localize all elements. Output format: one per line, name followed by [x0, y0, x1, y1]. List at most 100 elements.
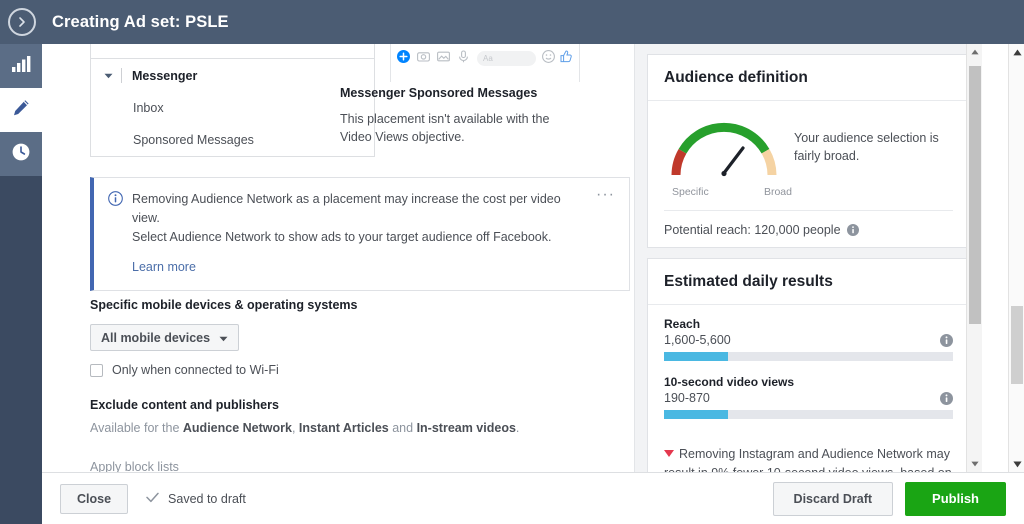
gauge-labels: Specific Broad — [664, 186, 794, 198]
pencil-icon — [11, 98, 31, 123]
caret-up-icon[interactable] — [967, 44, 983, 60]
caret-down-icon[interactable] — [967, 456, 983, 472]
estimates-header: Estimated daily results — [648, 259, 969, 305]
notice-line-2: Select Audience Network to show ads to y… — [132, 229, 552, 244]
warning-line-2: result in 9% fewer 10-second video views… — [664, 464, 953, 472]
exclude-instant-articles: Instant Articles — [298, 421, 389, 435]
notice-line-1: Removing Audience Network as a placement… — [132, 192, 561, 225]
red-down-triangle-icon — [664, 450, 674, 457]
metric-video-views: 10-second video views 190-870 — [664, 375, 953, 419]
wifi-only-checkbox[interactable] — [90, 363, 103, 377]
placement-row-sponsored-messages[interactable]: Sponsored Messages — [91, 124, 374, 156]
caret-down-icon[interactable] — [1009, 456, 1024, 472]
footer-bar: Close Saved to draft Discard Draft Publi… — [42, 472, 1024, 524]
gauge-label-specific: Specific — [672, 186, 709, 198]
estimates-warning: Removing Instagram and Audience Network … — [648, 443, 969, 472]
divider — [121, 68, 122, 83]
exclude-subtext: Available for the Audience Network, Inst… — [90, 420, 610, 438]
audience-network-notice: Removing Audience Network as a placement… — [90, 177, 630, 292]
metric-reach-line: 1,600-5,600 — [664, 333, 953, 347]
exclude-instream-videos: In-stream videos — [416, 421, 516, 435]
caret-down-icon — [219, 331, 228, 345]
messenger-composer-preview: Aa — [390, 44, 580, 82]
info-icon[interactable] — [940, 333, 953, 347]
placement-group-cutoff[interactable]: Audience Network — [91, 44, 374, 59]
sidebar-item-analytics[interactable] — [0, 44, 42, 88]
message-input-placeholder: Aa — [483, 54, 493, 63]
audience-definition-card: Audience definition Specific Broad Your … — [647, 54, 970, 248]
publish-button[interactable]: Publish — [905, 481, 1006, 516]
clock-icon — [11, 142, 31, 167]
message-input[interactable]: Aa — [477, 51, 536, 66]
ads-manager-window: Creating Ad set: PSLE Messenger Inbox Sp… — [0, 0, 1024, 524]
exclude-sep-2: and — [388, 421, 417, 435]
placements-list: Audience Network Messenger Inbox Sponsor… — [90, 44, 375, 157]
mobile-devices-dropdown-value: All mobile devices — [101, 330, 211, 345]
info-icon[interactable] — [846, 224, 859, 236]
potential-reach-label: Potential reach: 120,000 people — [664, 223, 841, 237]
placements-form: Audience Network Messenger Inbox Sponsor… — [42, 44, 634, 472]
panel-scrollbar-thumb[interactable] — [969, 66, 981, 324]
placement-row-inbox[interactable]: Inbox — [91, 92, 374, 124]
placement-detail-body: This placement isn't available with the … — [340, 112, 550, 145]
right-summary-panel: Audience definition Specific Broad Your … — [634, 44, 982, 472]
mobile-devices-heading: Specific mobile devices & operating syst… — [90, 298, 358, 312]
camera-icon — [417, 50, 430, 68]
placement-group-label: Messenger — [132, 68, 198, 83]
warning-line-1: Removing Instagram and Audience Network … — [679, 447, 950, 461]
exclude-sub-pre: Available for the — [90, 421, 183, 435]
exclude-audience-network: Audience Network — [182, 421, 292, 435]
metric-video-views-bar-track — [664, 410, 953, 419]
mobile-devices-dropdown[interactable]: All mobile devices — [90, 324, 240, 351]
panel-scrollbar[interactable] — [966, 44, 982, 472]
audience-note: Your audience selection is fairly broad. — [794, 131, 939, 164]
exclude-heading: Exclude content and publishers — [90, 398, 279, 412]
caret-down-icon[interactable] — [101, 73, 115, 79]
metric-video-views-value: 190-870 — [664, 391, 710, 405]
metric-video-views-name: 10-second video views — [664, 375, 795, 389]
discard-draft-button[interactable]: Discard Draft — [772, 481, 894, 516]
mobile-devices-section: Specific mobile devices & operating syst… — [90, 298, 590, 377]
estimates-warning-clip: Removing Instagram and Audience Network … — [648, 443, 969, 472]
metric-reach: Reach 1,600-5,600 — [664, 317, 953, 361]
audience-gauge: Specific Broad — [664, 113, 794, 198]
page-scrollbar[interactable] — [1008, 44, 1024, 472]
check-icon — [146, 492, 159, 506]
photo-icon — [437, 50, 450, 68]
page-scrollbar-thumb[interactable] — [1011, 306, 1023, 384]
back-button[interactable] — [8, 8, 36, 36]
placement-detail-text: Messenger Sponsored Messages This placem… — [340, 86, 580, 146]
placement-group-messenger[interactable]: Messenger — [91, 59, 374, 92]
metric-reach-bar-fill — [664, 352, 728, 361]
metric-video-views-line: 190-870 — [664, 391, 953, 405]
apply-block-lists-link[interactable]: Apply block lists — [90, 460, 610, 473]
potential-reach-row: Potential reach: 120,000 people — [664, 210, 953, 237]
gauge-svg — [671, 122, 777, 177]
wifi-only-row[interactable]: Only when connected to Wi-Fi — [90, 363, 590, 377]
exclude-sub-end: . — [515, 421, 520, 435]
info-circle-icon — [108, 191, 123, 276]
gauge-label-broad: Broad — [763, 186, 792, 198]
ellipsis-icon[interactable]: ··· — [596, 186, 615, 276]
top-bar: Creating Ad set: PSLE — [0, 0, 1024, 44]
bar-chart-icon — [11, 55, 31, 78]
sidebar-item-edit[interactable] — [0, 88, 42, 132]
estimates-body: Reach 1,600-5,600 10-second video views — [648, 305, 969, 443]
learn-more-link[interactable]: Learn more — [132, 260, 196, 274]
metric-reach-bar-track — [664, 352, 953, 361]
placement-row-label: Sponsored Messages — [133, 133, 254, 147]
exclude-content-section: Exclude content and publishers Available… — [90, 398, 610, 472]
exclude-sep-1: , — [291, 421, 299, 435]
close-button[interactable]: Close — [60, 483, 129, 514]
placement-row-label: Inbox — [133, 101, 164, 115]
info-icon[interactable] — [940, 391, 953, 405]
smiley-icon — [542, 49, 555, 68]
audience-definition-body: Specific Broad Your audience selection i… — [648, 101, 969, 247]
wifi-only-label: Only when connected to Wi-Fi — [112, 363, 279, 377]
sidebar-item-history[interactable] — [0, 132, 42, 176]
plus-circle-icon — [397, 49, 410, 68]
caret-up-icon[interactable] — [1009, 44, 1024, 60]
gauge-row: Specific Broad Your audience selection i… — [664, 113, 953, 198]
microphone-icon — [457, 49, 470, 68]
audience-definition-title: Audience definition — [664, 69, 808, 86]
